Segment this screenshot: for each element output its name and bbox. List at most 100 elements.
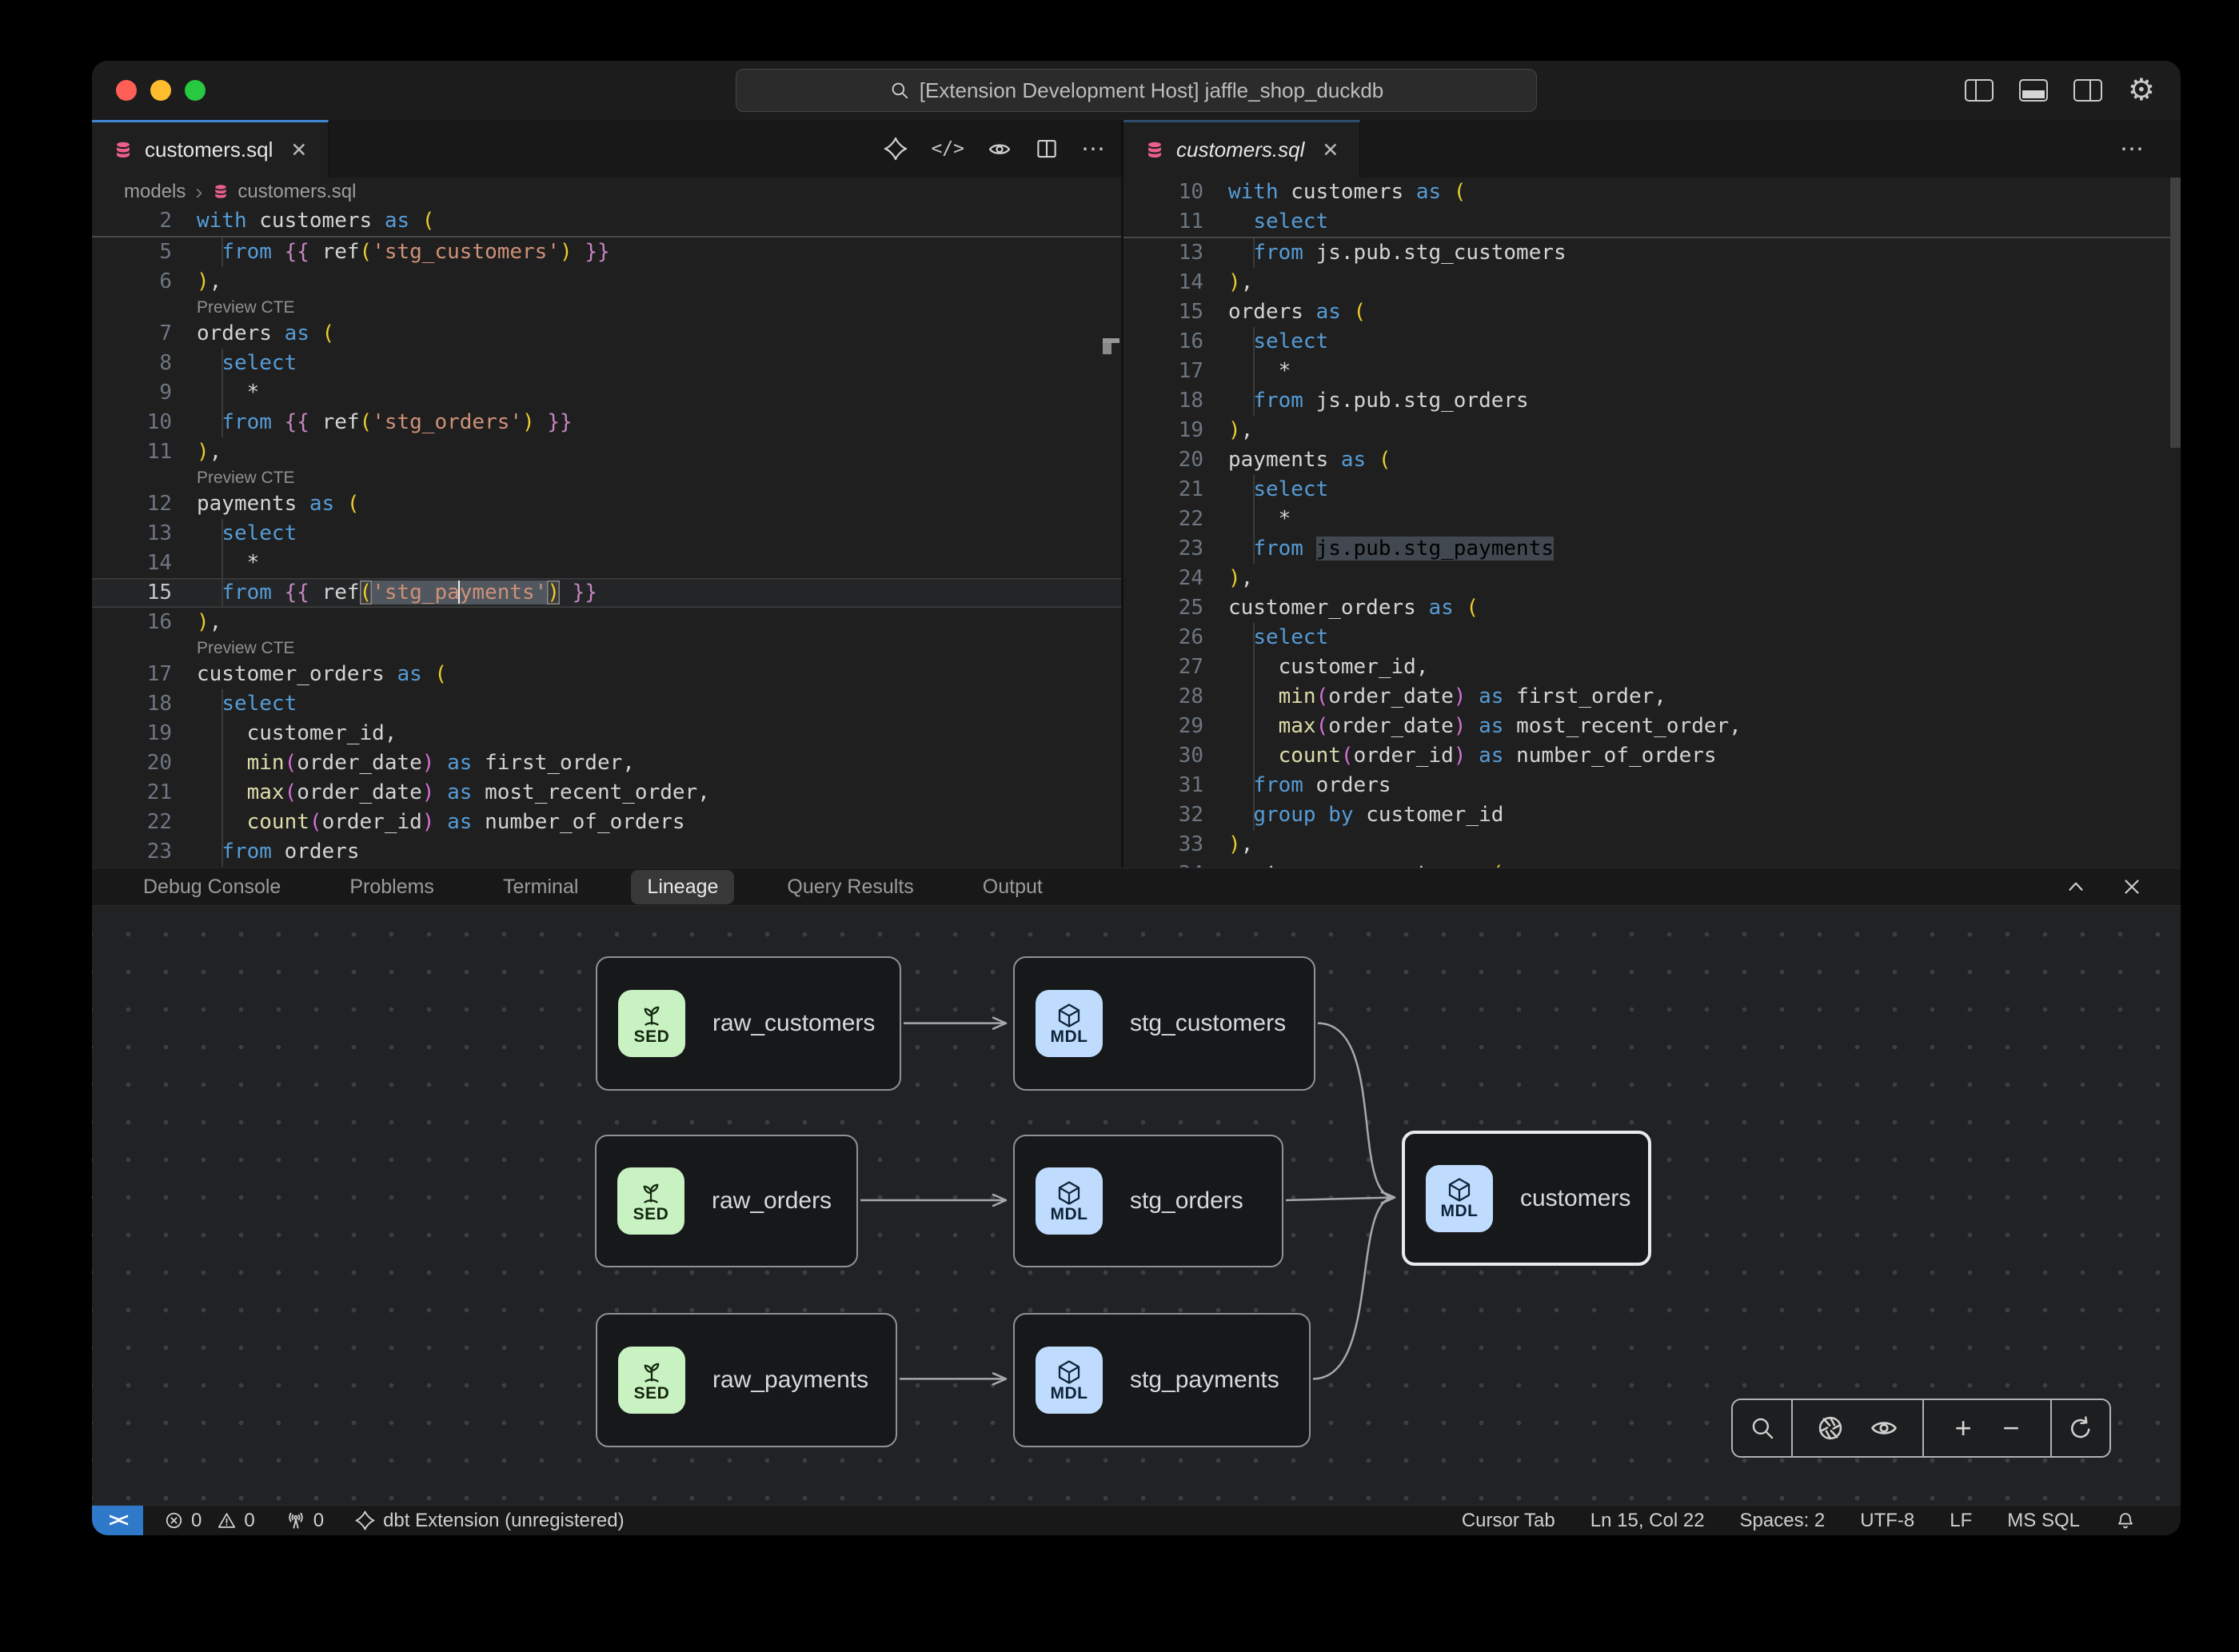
tab-customers-sql-left[interactable]: customers.sql ✕ <box>92 120 329 178</box>
toggle-right-sidebar-button[interactable] <box>2073 79 2102 102</box>
code-line-10[interactable]: 10with customers as ( <box>1123 178 2181 207</box>
panel-tab-lineage[interactable]: Lineage <box>631 870 734 904</box>
show-compiled-code-icon[interactable]: </> <box>931 138 964 159</box>
scrollbar-thumb[interactable] <box>2170 178 2181 448</box>
codelens-preview-cte[interactable]: Preview CTE <box>92 297 1121 319</box>
eol-status[interactable]: LF <box>1950 1510 1972 1532</box>
refresh-icon[interactable] <box>2066 1414 2095 1443</box>
code-line-15[interactable]: 15orders as ( <box>1123 297 2181 327</box>
panel-tab-query-results[interactable]: Query Results <box>771 870 929 904</box>
bell-icon[interactable] <box>2115 1510 2136 1531</box>
right-editor[interactable]: 10with customers as (11 select 13 from j… <box>1123 178 2181 868</box>
code-line-18[interactable]: 18 from js.pub.stg_orders <box>1123 386 2181 416</box>
code-line-16[interactable]: 16 select <box>1123 327 2181 357</box>
code-line-29[interactable]: 29 max(order_date) as most_recent_order, <box>1123 712 2181 741</box>
panel-tab-debug-console[interactable]: Debug Console <box>127 870 297 904</box>
command-center-search[interactable]: [Extension Development Host] jaffle_shop… <box>736 69 1537 112</box>
encoding-status[interactable]: UTF-8 <box>1860 1510 1914 1532</box>
code-line-9[interactable]: 9 * <box>92 378 1121 408</box>
codelens-preview-cte[interactable]: Preview CTE <box>92 637 1121 660</box>
cursor-position-status[interactable]: Ln 15, Col 22 <box>1590 1510 1705 1532</box>
close-tab-icon[interactable]: ✕ <box>290 138 307 162</box>
code-line-20[interactable]: 20 min(order_date) as first_order, <box>92 748 1121 778</box>
close-window-button[interactable] <box>116 80 137 101</box>
code-line-18[interactable]: 18 select <box>92 689 1121 719</box>
lineage-node-raw_customers[interactable]: SEDraw_customers <box>596 956 901 1091</box>
toggle-left-sidebar-button[interactable] <box>1965 79 1994 102</box>
dbt-extension-status[interactable]: dbt Extension (unregistered) <box>354 1510 625 1532</box>
code-line-7[interactable]: 7orders as ( <box>92 319 1121 349</box>
code-line-19[interactable]: 19 customer_id, <box>92 719 1121 748</box>
code-line-14[interactable]: 14 * <box>92 549 1121 578</box>
code-line-23[interactable]: 23 from orders <box>92 837 1121 867</box>
aperture-icon[interactable] <box>1816 1414 1845 1443</box>
codelens-preview-cte[interactable]: Preview CTE <box>92 467 1121 489</box>
left-editor[interactable]: models › customers.sql 2with customers a… <box>92 178 1121 868</box>
tab-customers-sql-right[interactable]: customers.sql ✕ <box>1123 120 1360 178</box>
breadcrumb-file[interactable]: customers.sql <box>237 181 356 203</box>
code-line-6[interactable]: 6), <box>92 267 1121 297</box>
breadcrumb[interactable]: models › customers.sql <box>92 178 1121 206</box>
language-mode-status[interactable]: MS SQL <box>2007 1510 2080 1532</box>
lineage-node-stg_customers[interactable]: MDLstg_customers <box>1013 956 1315 1091</box>
code-line-17[interactable]: 17 * <box>1123 357 2181 386</box>
preview-eye-icon[interactable] <box>987 136 1012 162</box>
breadcrumb-folder[interactable]: models <box>124 181 186 203</box>
code-line-23[interactable]: 23 from js.pub.stg_payments <box>1123 534 2181 564</box>
code-line-13[interactable]: 13 select <box>92 519 1121 549</box>
code-line-32[interactable]: 32 group by customer_id <box>1123 800 2181 830</box>
code-line-20[interactable]: 20payments as ( <box>1123 445 2181 475</box>
eye-icon[interactable] <box>1869 1413 1899 1443</box>
code-line-33[interactable]: 33), <box>1123 830 2181 860</box>
code-line-28[interactable]: 28 min(order_date) as first_order, <box>1123 682 2181 712</box>
lineage-node-raw_orders[interactable]: SEDraw_orders <box>595 1135 858 1267</box>
toggle-panel-button[interactable] <box>2019 79 2048 102</box>
panel-tab-problems[interactable]: Problems <box>333 870 450 904</box>
maximize-panel-chevron-up-icon[interactable] <box>2064 875 2088 899</box>
code-line-31[interactable]: 31 from orders <box>1123 771 2181 800</box>
code-line-34[interactable]: 34customer_payments as ( <box>1123 860 2181 868</box>
code-line-12[interactable]: 12payments as ( <box>92 489 1121 519</box>
zoom-window-button[interactable] <box>185 80 206 101</box>
code-line-22[interactable]: 22 * <box>1123 505 2181 534</box>
more-actions-icon[interactable]: ⋯ <box>1081 135 1107 163</box>
code-line-10[interactable]: 10 from {{ ref('stg_orders') }} <box>92 408 1121 437</box>
code-line-25[interactable]: 25customer_orders as ( <box>1123 593 2181 623</box>
code-line-14[interactable]: 14), <box>1123 268 2181 297</box>
code-line-15[interactable]: 15 from {{ ref('stg_payments') }} <box>92 578 1121 608</box>
code-line-2[interactable]: 2with customers as ( <box>92 206 1121 236</box>
code-line-26[interactable]: 26 select <box>1123 623 2181 652</box>
code-line-17[interactable]: 17customer_orders as ( <box>92 660 1121 689</box>
code-line-22[interactable]: 22 count(order_id) as number_of_orders <box>92 808 1121 837</box>
panel-tab-terminal[interactable]: Terminal <box>487 870 594 904</box>
code-line-21[interactable]: 21 max(order_date) as most_recent_order, <box>92 778 1121 808</box>
code-line-11[interactable]: 11 select <box>1123 207 2181 237</box>
minimize-window-button[interactable] <box>150 80 171 101</box>
code-line-27[interactable]: 27 customer_id, <box>1123 652 2181 682</box>
code-line-19[interactable]: 19), <box>1123 416 2181 445</box>
settings-gear-button[interactable]: ⚙ <box>2128 75 2155 106</box>
lineage-node-stg_orders[interactable]: MDLstg_orders <box>1013 1135 1283 1267</box>
search-icon[interactable] <box>1749 1415 1776 1442</box>
more-actions-icon[interactable]: ⋯ <box>2120 135 2145 163</box>
cursor-tab-status[interactable]: Cursor Tab <box>1462 1510 1555 1532</box>
lineage-node-customers[interactable]: MDLcustomers <box>1402 1131 1651 1266</box>
code-line-13[interactable]: 13 from js.pub.stg_customers <box>1123 238 2181 268</box>
lineage-node-stg_payments[interactable]: MDLstg_payments <box>1013 1313 1311 1447</box>
lineage-canvas[interactable]: + − SEDraw_customers MDLstg_customers SEDr… <box>92 905 2181 1505</box>
split-editor-icon[interactable] <box>1035 137 1059 161</box>
code-line-11[interactable]: 11), <box>92 437 1121 467</box>
close-panel-icon[interactable] <box>2120 875 2144 899</box>
code-line-16[interactable]: 16), <box>92 608 1121 637</box>
code-line-24[interactable]: 24), <box>1123 564 2181 593</box>
code-line-21[interactable]: 21 select <box>1123 475 2181 505</box>
problems-status[interactable]: 0 0 <box>164 1510 255 1532</box>
ports-status[interactable]: 0 <box>285 1510 324 1532</box>
code-line-8[interactable]: 8 select <box>92 349 1121 378</box>
zoom-in-icon[interactable]: + <box>1955 1414 1972 1443</box>
zoom-out-icon[interactable]: − <box>2002 1414 2019 1443</box>
code-line-30[interactable]: 30 count(order_id) as number_of_orders <box>1123 741 2181 771</box>
remote-indicator[interactable]: >< <box>92 1506 143 1535</box>
indentation-status[interactable]: Spaces: 2 <box>1740 1510 1826 1532</box>
dbt-power-user-icon[interactable] <box>883 136 908 162</box>
